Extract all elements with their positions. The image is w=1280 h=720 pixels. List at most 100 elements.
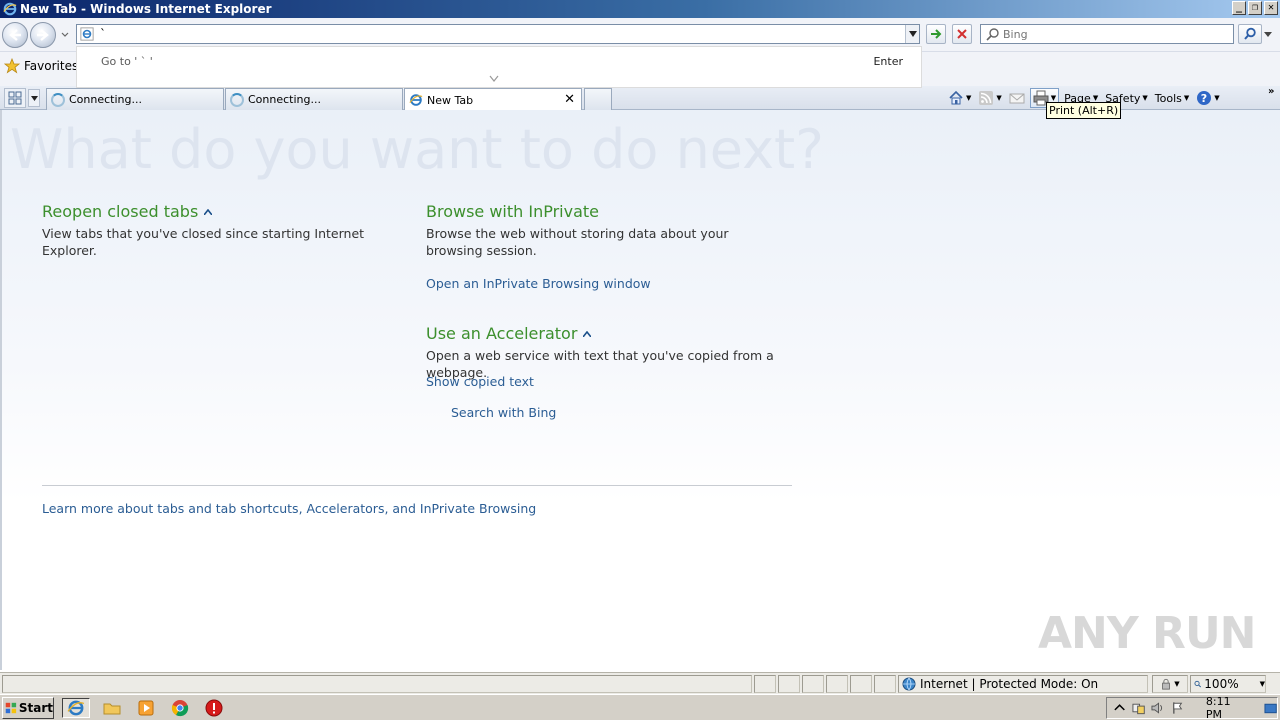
chevron-down-icon: ▼ bbox=[1183, 94, 1190, 102]
search-button[interactable] bbox=[1238, 24, 1262, 44]
media-player-icon bbox=[138, 700, 154, 716]
reopen-heading-text: Reopen closed tabs bbox=[42, 202, 199, 221]
forward-button[interactable] bbox=[30, 22, 56, 48]
taskbar-stop-app-button[interactable] bbox=[202, 698, 226, 718]
chevron-down-icon bbox=[908, 31, 917, 37]
volume-icon[interactable] bbox=[1151, 701, 1164, 715]
new-tab-button[interactable] bbox=[584, 88, 612, 110]
tools-menu[interactable]: Tools ▼ bbox=[1153, 92, 1192, 105]
chevron-down-icon[interactable]: ▼ bbox=[966, 94, 971, 102]
zoom-control[interactable]: 100% ▼ bbox=[1190, 675, 1266, 693]
inprivate-heading: Browse with InPrivate bbox=[426, 202, 599, 221]
taskbar-clock[interactable]: 8:11 PM bbox=[1206, 695, 1248, 720]
show-copied-text-link[interactable]: Show copied text bbox=[426, 374, 534, 389]
back-arrow-icon bbox=[9, 29, 21, 41]
title-bar: New Tab - Windows Internet Explorer _ ❐ … bbox=[0, 0, 1280, 18]
start-button[interactable]: Start bbox=[2, 697, 54, 719]
stop-x-icon bbox=[957, 29, 967, 39]
favorites-button[interactable]: Favorites bbox=[4, 58, 78, 74]
page-headline: What do you want to do next? bbox=[10, 118, 824, 181]
mail-icon bbox=[1009, 93, 1025, 104]
minimize-button[interactable]: _ bbox=[1232, 1, 1246, 15]
feeds-button[interactable]: ▼ bbox=[976, 90, 1003, 106]
collapse-caret-icon[interactable] bbox=[204, 208, 213, 215]
chevron-down-icon: ▼ bbox=[1174, 680, 1180, 688]
protected-mode-button[interactable]: ▼ bbox=[1152, 675, 1188, 693]
taskbar-chrome-button[interactable] bbox=[168, 698, 192, 718]
address-input[interactable] bbox=[98, 26, 905, 42]
taskbar-explorer-button[interactable] bbox=[100, 698, 124, 718]
ie-logo-icon bbox=[3, 2, 17, 16]
close-button[interactable]: ✕ bbox=[1264, 1, 1278, 15]
autocomplete-enter-hint: Enter bbox=[873, 55, 903, 68]
favorites-label: Favorites bbox=[24, 59, 79, 73]
collapse-caret-icon[interactable] bbox=[583, 330, 592, 337]
chevron-down-icon[interactable] bbox=[489, 75, 499, 83]
read-mail-button[interactable] bbox=[1007, 90, 1027, 106]
quick-tabs-button[interactable] bbox=[4, 88, 26, 108]
autocomplete-goto-item[interactable]: Go to ' ` ' bbox=[101, 55, 153, 68]
restore-button[interactable]: ❐ bbox=[1248, 1, 1262, 15]
address-bar[interactable] bbox=[76, 24, 920, 44]
inprivate-description: Browse the web without storing data abou… bbox=[426, 226, 729, 258]
address-autocomplete-dropdown: Go to ' ` ' Enter bbox=[76, 46, 922, 88]
search-input[interactable] bbox=[1003, 27, 1233, 41]
home-button[interactable]: ▼ bbox=[946, 90, 973, 106]
tab-close-icon[interactable]: ✕ bbox=[564, 92, 575, 107]
status-cell bbox=[850, 675, 872, 693]
star-icon bbox=[4, 58, 20, 74]
action-center-icon[interactable] bbox=[1132, 701, 1145, 715]
chevron-down-icon[interactable]: ▼ bbox=[1051, 94, 1056, 102]
show-hidden-icons-icon[interactable] bbox=[1113, 701, 1126, 715]
tab-new-tab[interactable]: New Tab ✕ bbox=[404, 88, 582, 111]
watermark-text: ANY RUN bbox=[1038, 608, 1256, 659]
window-title: New Tab - Windows Internet Explorer bbox=[20, 2, 272, 16]
folder-icon bbox=[103, 703, 121, 715]
print-tooltip: Print (Alt+R) bbox=[1046, 102, 1122, 119]
tools-menu-label: Tools bbox=[1154, 91, 1182, 105]
network-flag-icon[interactable] bbox=[1171, 701, 1184, 715]
tab-label: New Tab bbox=[427, 93, 474, 107]
reopen-closed-tabs-heading[interactable]: Reopen closed tabs bbox=[42, 202, 213, 221]
open-inprivate-link[interactable]: Open an InPrivate Browsing window bbox=[426, 276, 651, 291]
system-tray: 8:11 PM bbox=[1106, 695, 1278, 720]
help-menu[interactable]: ? ▼ bbox=[1194, 90, 1221, 106]
reopen-description: View tabs that you've closed since start… bbox=[42, 226, 365, 258]
stop-button[interactable] bbox=[952, 24, 972, 44]
search-with-bing-link[interactable]: Search with Bing bbox=[451, 405, 556, 420]
toolbar-overflow-chevron-icon[interactable]: » bbox=[1268, 86, 1274, 97]
status-cell bbox=[802, 675, 824, 693]
taskbar: Start 8:11 PM bbox=[0, 694, 1280, 720]
tab-connecting-1[interactable]: Connecting... bbox=[46, 88, 224, 110]
search-icon bbox=[1244, 27, 1256, 40]
search-options-dropdown-icon[interactable] bbox=[1264, 30, 1272, 38]
search-box[interactable] bbox=[980, 24, 1234, 44]
status-cell bbox=[874, 675, 896, 693]
address-dropdown-button[interactable] bbox=[905, 25, 919, 43]
chevron-down-icon: ▼ bbox=[1214, 94, 1220, 102]
chevron-down-icon[interactable]: ▼ bbox=[996, 94, 1001, 102]
back-button[interactable] bbox=[2, 22, 28, 48]
learn-more-link[interactable]: Learn more about tabs and tab shortcuts,… bbox=[42, 501, 536, 516]
taskbar-media-player-button[interactable] bbox=[134, 698, 158, 718]
go-button[interactable] bbox=[926, 24, 946, 44]
recent-pages-dropdown-icon[interactable] bbox=[60, 29, 70, 39]
security-zone[interactable]: Internet | Protected Mode: On bbox=[898, 675, 1148, 693]
new-tab-page: What do you want to do next? Reopen clos… bbox=[0, 110, 1280, 670]
zoom-magnifier-icon bbox=[1194, 680, 1202, 688]
show-desktop-icon[interactable] bbox=[1264, 701, 1277, 715]
tab-list-button[interactable] bbox=[28, 89, 40, 107]
stop-app-icon bbox=[205, 699, 223, 717]
accelerator-heading[interactable]: Use an Accelerator bbox=[426, 324, 592, 343]
svg-text:?: ? bbox=[1201, 92, 1207, 105]
watermark: ANY RUN bbox=[1038, 608, 1256, 659]
ie-page-icon bbox=[80, 27, 94, 41]
tab-connecting-2[interactable]: Connecting... bbox=[225, 88, 403, 110]
bing-search-icon bbox=[986, 28, 999, 41]
lock-icon bbox=[1162, 678, 1171, 690]
chrome-icon bbox=[171, 700, 189, 717]
window-controls: _ ❐ ✕ bbox=[1232, 1, 1278, 15]
taskbar-ie-button[interactable] bbox=[62, 698, 90, 718]
chevron-down-icon bbox=[30, 95, 38, 101]
chevron-down-icon[interactable]: ▼ bbox=[1260, 680, 1265, 688]
